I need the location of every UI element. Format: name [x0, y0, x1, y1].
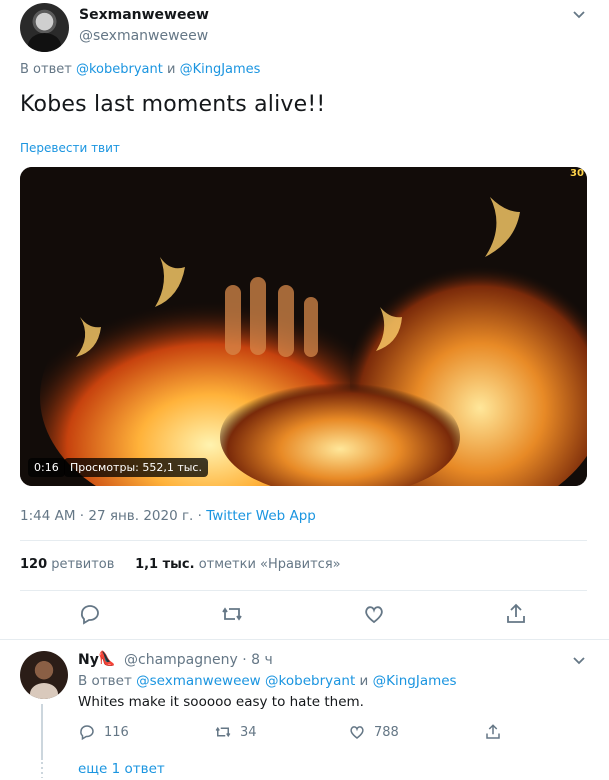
- reply-to-line: В ответ @sexmanweweew @kobebryant и @Kin…: [78, 673, 457, 689]
- tweet-actions: [0, 602, 609, 628]
- thread-dots: [41, 762, 43, 778]
- reply-icon[interactable]: [78, 602, 102, 626]
- likes-count[interactable]: 1,1 тыс.: [135, 557, 195, 572]
- reply-and: и: [359, 673, 369, 689]
- tweet-text: Whites make it sooooo easy to hate them.: [78, 694, 364, 710]
- divider: [0, 639, 609, 640]
- user-handle[interactable]: @sexmanweweew: [79, 28, 208, 44]
- like-button[interactable]: 788: [348, 722, 399, 742]
- avatar[interactable]: [20, 3, 69, 52]
- like-icon: [350, 726, 364, 739]
- reply-and: и: [166, 62, 176, 77]
- video-player[interactable]: [20, 167, 587, 486]
- share-icon: [486, 724, 500, 739]
- mention-link[interactable]: @kobebryant: [265, 673, 355, 689]
- reply-icon: [80, 725, 94, 741]
- retweet-icon[interactable]: [220, 602, 244, 626]
- reply-button[interactable]: 116: [78, 722, 129, 742]
- reply-prefix: В ответ: [78, 673, 132, 689]
- user-handle[interactable]: @champagneny · 8 ч: [124, 652, 273, 668]
- show-more-replies-link[interactable]: еще 1 ответ: [78, 761, 165, 777]
- mention-link[interactable]: @KingJames: [180, 62, 261, 77]
- video-frame: [20, 167, 587, 486]
- tweet-timestamp[interactable]: 1:44 AM · 27 янв. 2020 г. ·: [20, 508, 206, 524]
- tweet-stats: 120 ретвитов 1,1 тыс. отметки «Нравится»: [20, 557, 341, 572]
- display-name[interactable]: Ny: [78, 652, 99, 668]
- reply-prefix: В ответ: [20, 62, 72, 77]
- video-corner-badge: 30: [570, 168, 584, 179]
- caret-down-icon[interactable]: [572, 10, 586, 20]
- tweet-meta: 1:44 AM · 27 янв. 2020 г. · Twitter Web …: [20, 508, 316, 524]
- high-heel-emoji: 👠: [98, 651, 116, 667]
- like-icon[interactable]: [362, 602, 386, 626]
- reply-to-line: В ответ @kobebryant и @KingJames: [20, 62, 260, 77]
- retweet-button[interactable]: 34: [214, 722, 257, 742]
- retweets-count[interactable]: 120: [20, 557, 47, 572]
- mention-link[interactable]: @sexmanweweew: [136, 673, 261, 689]
- display-name[interactable]: Sexmanweweew: [79, 7, 209, 23]
- share-icon[interactable]: [504, 602, 528, 626]
- caret-down-icon[interactable]: [572, 656, 586, 666]
- retweet-icon: [215, 726, 231, 738]
- mention-link[interactable]: @KingJames: [373, 673, 457, 689]
- video-views: Просмотры: 552,1 тыс.: [64, 458, 208, 477]
- video-duration: 0:16: [28, 458, 65, 477]
- retweets-label[interactable]: ретвитов: [51, 557, 114, 572]
- likes-label[interactable]: отметки «Нравится»: [199, 557, 341, 572]
- divider: [20, 540, 587, 541]
- source-app-link[interactable]: Twitter Web App: [206, 508, 316, 524]
- mention-link[interactable]: @kobebryant: [76, 62, 163, 77]
- divider: [20, 590, 587, 591]
- thread-line: [41, 704, 43, 760]
- translate-tweet-link[interactable]: Перевести твит: [20, 141, 120, 155]
- tweet-actions: 116 34 788: [78, 722, 518, 742]
- share-button[interactable]: [484, 722, 510, 742]
- like-count: 788: [374, 724, 399, 740]
- reply-count: 116: [104, 724, 129, 740]
- retweet-count: 34: [240, 724, 257, 740]
- avatar[interactable]: [20, 651, 68, 699]
- tweet-text: Kobes last moments alive!!: [20, 92, 326, 117]
